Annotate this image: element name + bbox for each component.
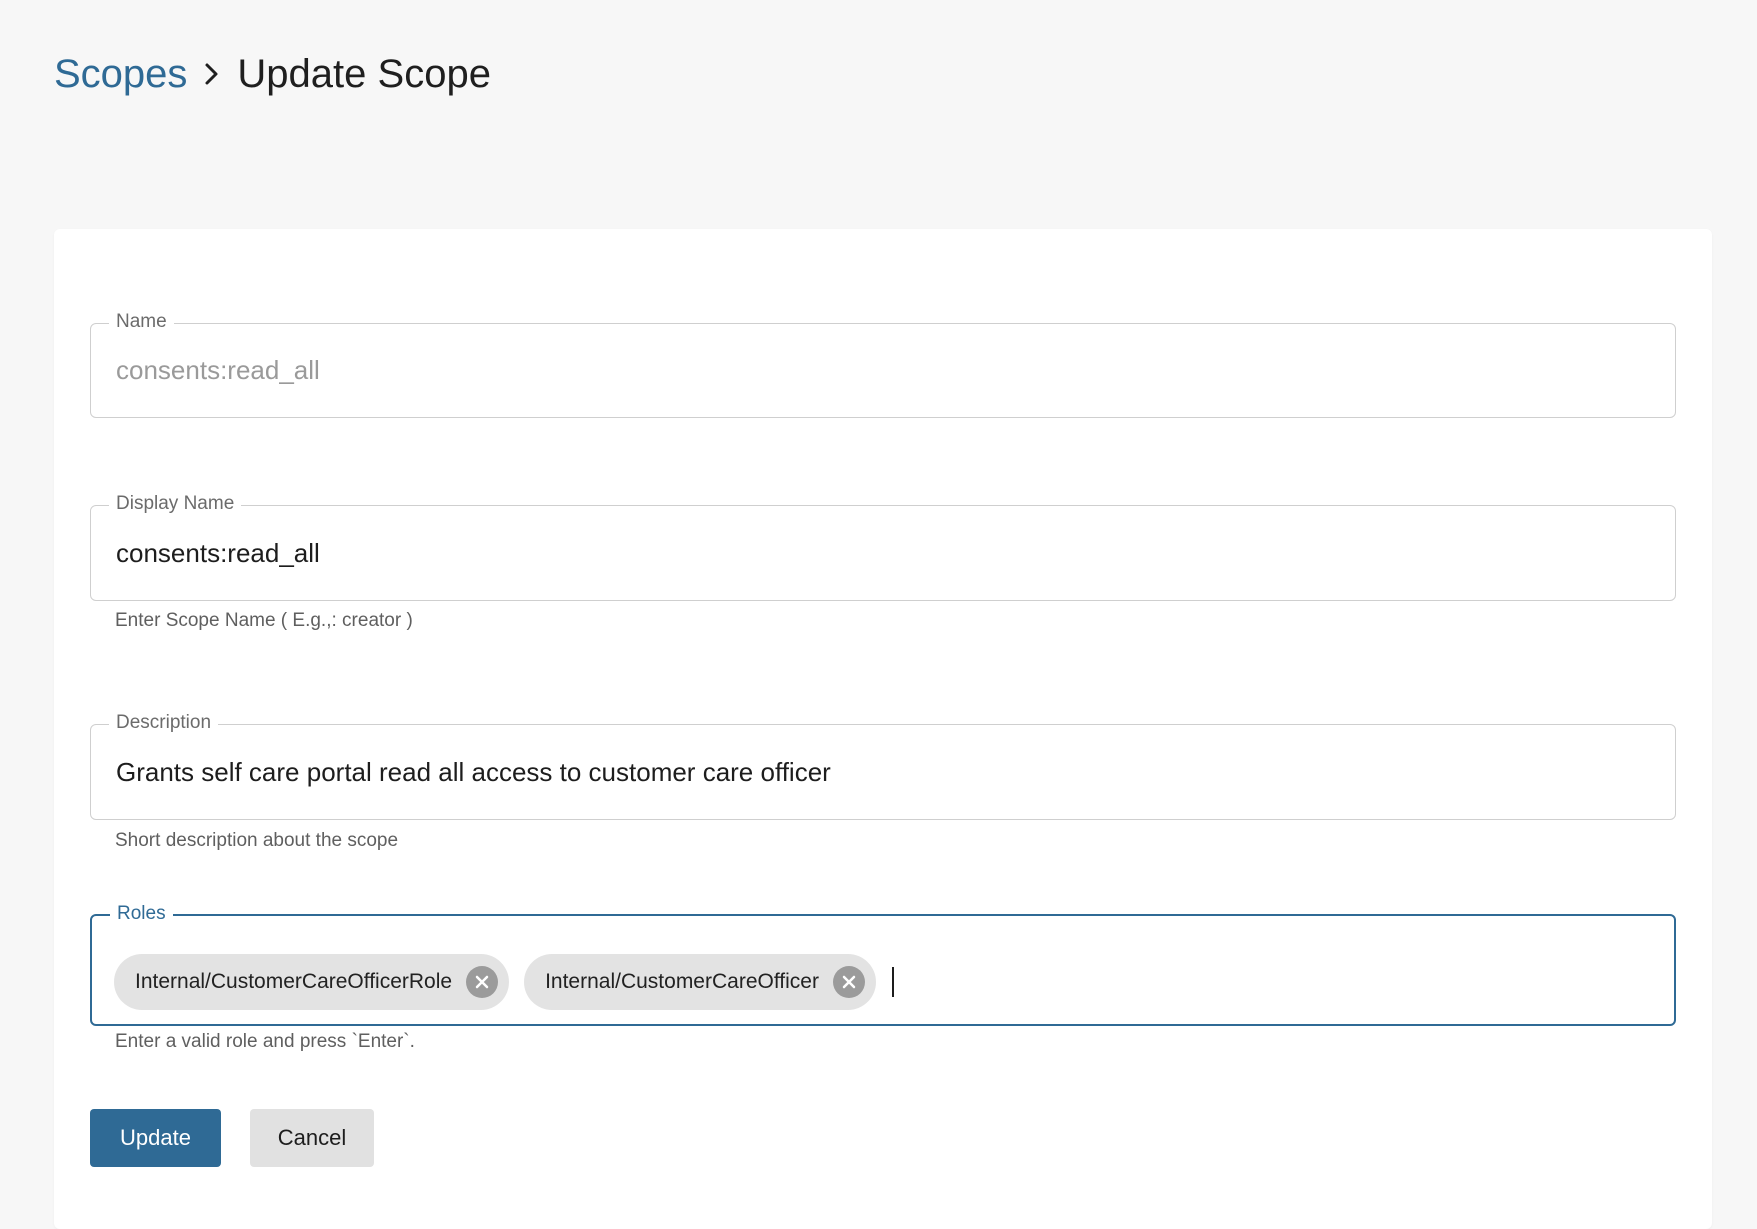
display-name-helper: Enter Scope Name ( E.g.,: creator ) (115, 610, 413, 631)
remove-chip-icon[interactable] (832, 966, 865, 998)
role-chip: Internal/CustomerCareOfficerRole (114, 954, 510, 1010)
display-name-field[interactable]: Display Name consents:read_all (90, 492, 1676, 601)
cancel-button[interactable]: Cancel (250, 1109, 374, 1167)
description-helper: Short description about the scope (115, 830, 399, 851)
page-title: Update Scope (237, 52, 491, 96)
role-chip-label: Internal/CustomerCareOfficerRole (135, 970, 453, 993)
name-input: consents:read_all (116, 355, 320, 385)
update-button[interactable]: Update (90, 1109, 221, 1167)
description-input[interactable]: Grants self care portal read all access … (116, 725, 1655, 819)
update-scope-form: Name consents:read_all Display Name cons… (54, 229, 1712, 1229)
breadcrumb-scopes-link[interactable]: Scopes (54, 44, 187, 104)
chevron-right-icon (187, 62, 237, 86)
display-name-input[interactable]: consents:read_all (116, 506, 1655, 600)
role-chip: Internal/CustomerCareOfficer (524, 954, 876, 1010)
roles-text-cursor[interactable] (891, 967, 894, 997)
breadcrumb: Scopes Update Scope (54, 44, 491, 104)
remove-chip-icon[interactable] (466, 966, 499, 998)
roles-chip-list: Internal/CustomerCareOfficerRole Interna… (114, 954, 894, 1010)
description-field[interactable]: Description Grants self care portal read… (90, 711, 1676, 820)
roles-label: Roles (110, 902, 173, 926)
roles-field[interactable]: Roles Internal/CustomerCareOfficerRole I… (90, 902, 1676, 1026)
roles-helper: Enter a valid role and press `Enter`. (115, 1031, 415, 1052)
name-field: Name consents:read_all (90, 310, 1676, 418)
role-chip-label: Internal/CustomerCareOfficer (545, 970, 819, 993)
